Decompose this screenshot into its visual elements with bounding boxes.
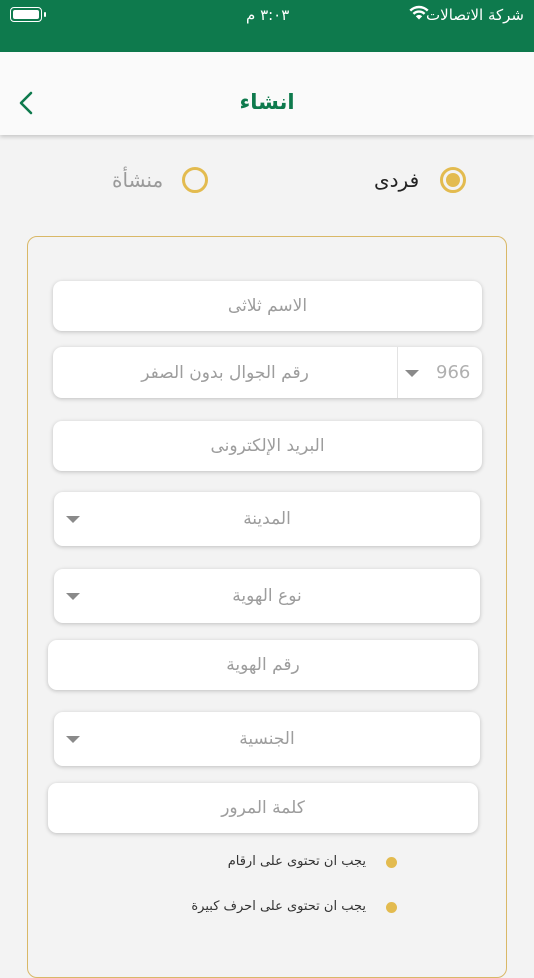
chevron-down-icon: [66, 736, 80, 743]
radio-facility[interactable]: منشأة: [112, 165, 214, 199]
nationality-placeholder: الجنسية: [239, 729, 295, 749]
password-field[interactable]: كلمة المرور: [48, 783, 478, 833]
id-number-placeholder: رقم الهوية: [226, 655, 300, 675]
chevron-down-icon: [66, 516, 80, 523]
radio-individual-label: فردى: [374, 168, 420, 192]
chevron-down-icon[interactable]: [405, 369, 419, 377]
phone-divider: [397, 347, 398, 398]
bullet-icon: [386, 902, 397, 913]
battery-icon: [10, 7, 46, 22]
status-time: ٣:٠٣ م: [246, 6, 290, 24]
phone-field[interactable]: رقم الجوال بدون الصفر 966: [53, 347, 482, 398]
password-rule: يجب ان تحتوى على احرف كبيرة: [191, 899, 366, 914]
radio-unselected-icon: [182, 167, 208, 193]
carrier-name: شركة الاتصالات: [426, 6, 524, 24]
radio-individual[interactable]: فردى: [374, 165, 470, 199]
id-type-select[interactable]: نوع الهوية: [54, 569, 480, 623]
chevron-down-icon: [66, 593, 80, 600]
id-number-field[interactable]: رقم الهوية: [48, 640, 478, 690]
nationality-select[interactable]: الجنسية: [54, 712, 480, 766]
radio-selected-icon: [440, 167, 466, 193]
status-bar: ٣:٠٣ م شركة الاتصالات: [0, 0, 534, 52]
navigation-bar: انشاء: [0, 52, 534, 135]
password-rule: يجب ان تحتوى على ارقام: [227, 854, 366, 869]
city-select[interactable]: المدينة: [54, 492, 480, 546]
radio-facility-label: منشأة: [112, 168, 164, 192]
id-type-placeholder: نوع الهوية: [232, 586, 302, 606]
country-code[interactable]: 966: [436, 347, 470, 398]
bullet-icon: [386, 857, 397, 868]
account-type-selector: فردى منشأة: [0, 165, 534, 201]
email-placeholder: البريد الإلكترونى: [210, 436, 325, 456]
full-name-placeholder: الاسم ثلاثى: [227, 296, 308, 316]
full-name-field[interactable]: الاسم ثلاثى: [53, 281, 482, 331]
page-title: انشاء: [239, 90, 295, 114]
phone-placeholder: رقم الجوال بدون الصفر: [141, 362, 309, 383]
email-field[interactable]: البريد الإلكترونى: [53, 421, 482, 471]
city-placeholder: المدينة: [243, 509, 291, 529]
password-placeholder: كلمة المرور: [221, 798, 305, 818]
